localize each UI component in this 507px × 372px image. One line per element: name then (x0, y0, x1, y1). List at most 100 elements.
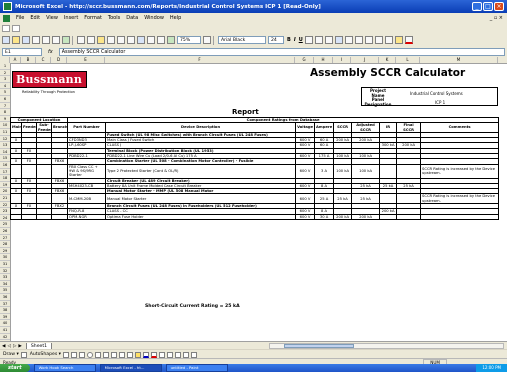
table-cell[interactable]: OPM-NGR (67, 213, 107, 220)
hyperlink-icon[interactable] (137, 36, 145, 44)
table-cell[interactable] (396, 213, 422, 220)
maximize-button[interactable]: □ (483, 2, 493, 11)
table-cell[interactable] (50, 193, 69, 205)
draw-menu[interactable]: Draw ▾ (3, 352, 19, 357)
table-cell[interactable] (36, 213, 52, 220)
underline-button[interactable]: U (299, 37, 303, 43)
row-header[interactable]: 37 (0, 301, 10, 308)
table-cell[interactable]: SCCR Rating is increased by the Device u… (420, 193, 500, 205)
taskbar-item[interactable]: untitled - Paint (165, 364, 228, 372)
table-cell[interactable]: 3 A (314, 163, 335, 179)
row-header[interactable]: 32 (0, 268, 10, 275)
row-header[interactable]: 28 (0, 241, 10, 248)
table-cell[interactable] (36, 193, 52, 205)
taskbar-item-excel[interactable]: Microsoft Excel - ht... (99, 364, 162, 372)
text-box-icon[interactable] (94, 351, 101, 358)
sort-ascending-icon[interactable] (157, 36, 165, 44)
row-header[interactable]: 29 (0, 248, 10, 255)
table-cell[interactable]: 25 kA (351, 193, 381, 205)
table-cell[interactable]: FBX Class CC + 9W & 9S/9RG Starter (67, 163, 107, 179)
permission-icon[interactable] (32, 36, 40, 44)
row-header[interactable]: 23 (0, 208, 10, 215)
table-cell[interactable]: 100 kA (333, 163, 353, 179)
table-cell[interactable] (50, 163, 69, 179)
format-painter-icon[interactable] (107, 36, 115, 44)
row-header[interactable]: 8 (0, 109, 10, 116)
borders-icon[interactable] (384, 36, 393, 44)
row-header[interactable]: 26 (0, 228, 10, 235)
table-cell[interactable] (420, 213, 500, 220)
table-cell[interactable]: 200 kA (379, 208, 398, 215)
row-header[interactable]: 13 (0, 142, 10, 149)
bold-button[interactable]: B (287, 37, 291, 43)
row-header[interactable]: 24 (0, 215, 10, 222)
table-cell[interactable]: 300 kA (379, 142, 398, 149)
3d-style-icon[interactable] (190, 351, 197, 358)
row-header[interactable]: 4 (0, 83, 10, 90)
close-button[interactable]: × (494, 2, 504, 11)
table-cell[interactable] (21, 193, 37, 205)
new-icon[interactable] (2, 36, 10, 44)
table-cell[interactable]: 25 A (314, 193, 335, 205)
fill-color-icon[interactable] (134, 351, 141, 358)
table-cell[interactable]: Fused Switch (UL 98 Misc Switches) with … (105, 131, 297, 139)
row-header[interactable]: 35 (0, 287, 10, 294)
last-sheet-icon[interactable]: ▶ (18, 344, 21, 349)
row-header[interactable]: 5 (0, 89, 10, 96)
row-header[interactable]: 20 (0, 188, 10, 195)
excel-app-icon[interactable] (3, 2, 12, 11)
table-cell[interactable]: 600 V (295, 193, 316, 205)
shadow-style-icon[interactable] (182, 351, 189, 358)
table-cell[interactable]: Optima Fuse Holder (105, 213, 297, 220)
menu-insert[interactable]: Insert (61, 15, 81, 21)
prev-sheet-icon[interactable]: ◁ (7, 344, 10, 349)
table-cell[interactable]: 200 kA (333, 213, 353, 220)
select-objects-icon[interactable] (20, 351, 27, 358)
table-cell[interactable]: 600 V (295, 213, 316, 220)
picture-icon[interactable] (126, 351, 133, 358)
table-cell[interactable] (50, 213, 69, 220)
next-sheet-icon[interactable]: ▷ (13, 344, 16, 349)
row-header[interactable]: 36 (0, 294, 10, 301)
line-icon[interactable] (62, 351, 69, 358)
worksheet-grid[interactable]: A B C D E F G H I J K L M 1 2 3 4 5 6 7 8 9 10 11 1… (0, 57, 507, 341)
font-color-icon[interactable] (150, 351, 157, 358)
currency-icon[interactable] (344, 36, 353, 44)
diagram-icon[interactable] (110, 351, 117, 358)
minimize-button[interactable]: _ (472, 2, 482, 11)
row-header[interactable]: 27 (0, 235, 10, 242)
open-icon[interactable] (12, 36, 20, 44)
help-icon[interactable] (203, 36, 211, 44)
row-header[interactable]: 2 (0, 70, 10, 77)
spelling-icon[interactable] (62, 36, 70, 44)
table-cell[interactable]: 30 A (314, 213, 335, 220)
row-header[interactable]: 34 (0, 281, 10, 288)
row-header[interactable]: 30 (0, 254, 10, 261)
scrollbar-thumb[interactable] (284, 344, 354, 348)
name-box[interactable]: E1 (2, 48, 42, 56)
row-header[interactable]: 39 (0, 314, 10, 321)
undo-icon[interactable] (117, 36, 125, 44)
wordart-icon[interactable] (102, 351, 109, 358)
table-cell[interactable]: M-CMM-20B (67, 193, 107, 205)
table-cell[interactable] (396, 163, 422, 179)
row-header[interactable]: 18 (0, 175, 10, 182)
back-icon[interactable] (2, 24, 10, 32)
table-cell[interactable]: Manual Motor Starter (105, 193, 297, 205)
table-cell[interactable] (10, 163, 22, 179)
table-cell[interactable] (21, 163, 37, 179)
print-icon[interactable] (42, 36, 50, 44)
table-cell[interactable]: 100 kA (351, 163, 381, 179)
table-cell[interactable]: 200 kA (351, 213, 381, 220)
menu-edit[interactable]: Edit (27, 15, 43, 21)
table-cell[interactable] (379, 213, 398, 220)
fill-color-icon[interactable] (394, 36, 403, 44)
paste-icon[interactable] (97, 36, 105, 44)
row-header[interactable]: 11 (0, 129, 10, 136)
insert-function-icon[interactable]: fx (48, 49, 53, 55)
row-header[interactable]: 15 (0, 155, 10, 162)
row-header[interactable]: 38 (0, 307, 10, 314)
row-header[interactable]: 9 (0, 116, 10, 123)
oval-icon[interactable] (86, 351, 93, 358)
autosum-icon[interactable] (147, 36, 155, 44)
